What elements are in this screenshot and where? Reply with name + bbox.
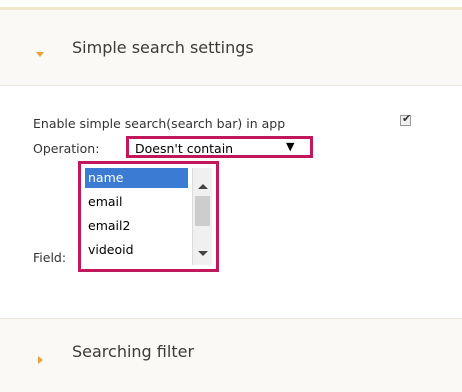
field-option-videoid[interactable]: videoid <box>85 240 188 260</box>
field-option-email[interactable]: email <box>85 192 188 212</box>
simple-search-section-header[interactable]: Simple search settings <box>0 7 462 86</box>
simple-search-title: Simple search settings <box>72 38 254 57</box>
field-option-name[interactable]: name <box>85 168 188 188</box>
field-list-scrollbar[interactable] <box>192 168 212 265</box>
enable-simple-search-checkbox[interactable]: ✔ <box>400 112 412 126</box>
dropdown-caret-icon[interactable]: ▼ <box>286 140 294 153</box>
expand-arrow-down-icon[interactable] <box>36 52 44 57</box>
operation-label: Operation: <box>33 141 100 156</box>
checkmark-icon: ✔ <box>402 112 412 125</box>
field-label: Field: <box>33 250 67 265</box>
settings-page: Simple search settings Enable simple sea… <box>0 0 462 392</box>
scroll-up-icon[interactable] <box>198 184 208 189</box>
field-listbox[interactable]: name email email2 videoid <box>78 161 219 272</box>
field-option-email2[interactable]: email2 <box>85 216 188 236</box>
scroll-down-icon[interactable] <box>198 251 208 256</box>
expand-arrow-right-icon[interactable] <box>38 356 43 364</box>
searching-filter-title: Searching filter <box>72 342 195 361</box>
operation-select[interactable]: Doesn't contain ▼ <box>126 136 313 158</box>
field-list-options: name email email2 videoid <box>85 168 192 265</box>
operation-select-value: Doesn't contain <box>135 141 234 156</box>
scroll-thumb[interactable] <box>195 196 210 226</box>
enable-simple-search-label: Enable simple search(search bar) in app <box>33 116 286 131</box>
searching-filter-section-header[interactable]: Searching filter <box>0 318 462 392</box>
